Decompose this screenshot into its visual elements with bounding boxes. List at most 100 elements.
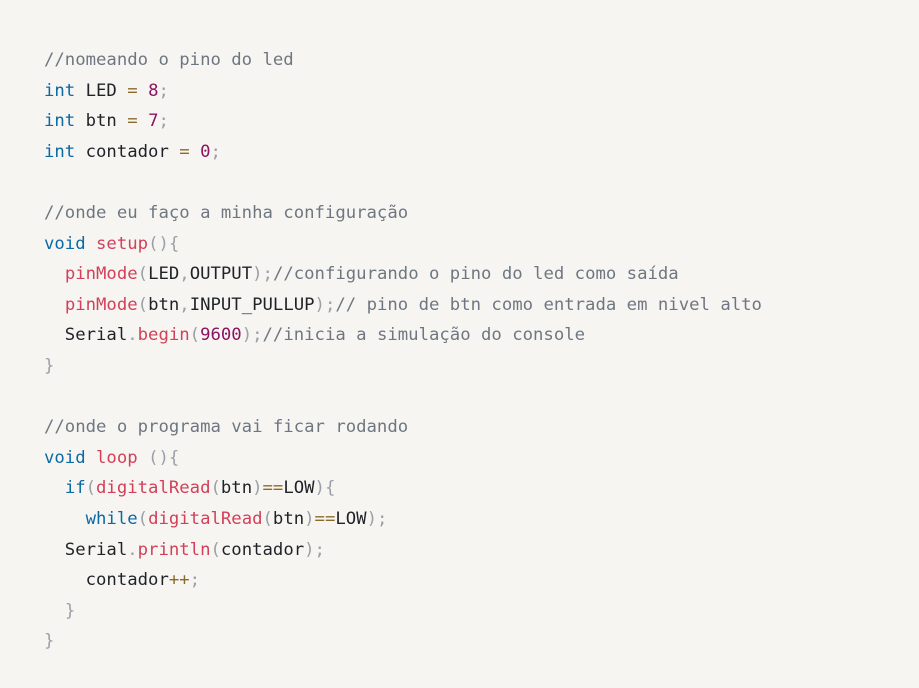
code-function-name: digitalRead (96, 478, 211, 499)
code-text: btn (220, 478, 253, 499)
code-punctuation: ( (137, 294, 149, 315)
code-line: int LED = 8; (44, 76, 762, 107)
code-line: while(digitalRead(btn)==LOW); (44, 504, 762, 535)
code-punctuation: ( (210, 539, 221, 560)
code-line: if(digitalRead(btn)==LOW){ (44, 473, 762, 504)
code-operator: = (127, 80, 138, 101)
code-punctuation: ; (210, 141, 221, 162)
code-punctuation: ); (314, 294, 336, 315)
code-function-name: begin (137, 325, 190, 346)
code-line: pinMode(LED,OUTPUT);//configurando o pin… (44, 259, 762, 290)
code-punctuation: , (179, 264, 190, 285)
code-line: ​ (44, 167, 762, 198)
code-text: LED (75, 80, 128, 101)
code-comment: //onde eu faço a minha configuração (44, 202, 409, 223)
code-punctuation: ( (137, 508, 149, 529)
code-punctuation: ) (252, 478, 263, 499)
code-punctuation: . (127, 325, 138, 346)
code-comment: //configurando o pino do led como saída (272, 264, 679, 285)
code-punctuation: ( (189, 325, 201, 346)
code-line: //nomeando o pino do led (44, 45, 762, 76)
code-number: 8 (148, 80, 159, 101)
code-keyword: while (85, 508, 138, 529)
code-line: //onde eu faço a minha configuração (44, 198, 762, 229)
code-comment: //onde o programa vai ficar rodando (44, 417, 409, 438)
code-number: 9600 (200, 325, 242, 346)
code-operator: == (262, 478, 284, 499)
code-comment: //nomeando o pino do led (44, 50, 294, 70)
code-text: INPUT_PULLUP (189, 294, 315, 315)
code-comment: //inicia a simulação do console (262, 325, 586, 346)
code-line: Serial.println(contador); (44, 535, 762, 566)
code-function-name: setup (96, 233, 149, 254)
code-punctuation: ); (304, 539, 325, 560)
code-punctuation: } (64, 600, 76, 621)
code-punctuation: ){ (314, 478, 336, 499)
code-text: btn (75, 111, 128, 132)
code-punctuation: ); (366, 508, 388, 529)
code-line: contador++; (44, 565, 762, 596)
code-number: 0 (200, 141, 211, 162)
code-punctuation: . (127, 539, 138, 560)
code-operator: = (179, 141, 190, 162)
code-line: } (44, 626, 762, 657)
code-comment: // pino de btn como entrada em nivel alt… (335, 294, 762, 315)
code-function-name: digitalRead (148, 508, 263, 529)
code-keyword: void (44, 233, 86, 254)
code-line: void setup(){ (44, 229, 762, 260)
code-text: Serial (44, 325, 128, 346)
code-line: pinMode(btn,INPUT_PULLUP);// pino de btn… (44, 290, 762, 321)
code-keyword: int (44, 141, 76, 162)
code-punctuation: (){ (148, 233, 180, 254)
code-line: int btn = 7; (44, 106, 762, 137)
code-block: //nomeando o pino do led int LED = 8; int … (44, 45, 762, 657)
code-text: LOW (283, 478, 315, 499)
code-punctuation: ; (189, 570, 201, 591)
code-text: contador (44, 570, 169, 591)
code-punctuation: } (44, 355, 55, 376)
code-keyword: int (44, 111, 76, 132)
code-number: 7 (148, 111, 159, 132)
code-operator: ++ (168, 570, 190, 591)
code-punctuation: ); (252, 264, 273, 285)
code-operator: = (127, 111, 138, 132)
code-text: LED (148, 264, 180, 285)
code-punctuation: ( (210, 478, 221, 499)
code-line: Serial.begin(9600);//inicia a simulação … (44, 320, 762, 351)
code-line: int contador = 0; (44, 137, 762, 168)
code-line: ​ (44, 382, 762, 413)
code-line: } (44, 351, 762, 382)
code-punctuation: ; (158, 111, 169, 132)
code-text: contador (75, 141, 180, 162)
code-text: btn (272, 508, 305, 529)
code-function-name: pinMode (64, 294, 138, 315)
code-function-name: pinMode (64, 264, 138, 285)
code-text: OUTPUT (189, 264, 253, 285)
code-function-name: println (137, 539, 211, 560)
code-punctuation: ( (85, 478, 97, 499)
code-punctuation: ); (241, 325, 263, 346)
code-punctuation: ( (137, 264, 149, 285)
code-keyword: void (44, 447, 86, 468)
code-text: btn (148, 294, 180, 315)
code-line: void loop (){ (44, 443, 762, 474)
code-line: //onde o programa vai ficar rodando (44, 412, 762, 443)
code-text: LOW (335, 508, 367, 529)
code-punctuation: ; (158, 80, 169, 101)
code-punctuation: ) (304, 508, 315, 529)
code-punctuation: ( (262, 508, 273, 529)
code-punctuation: } (44, 631, 55, 652)
code-punctuation: (){ (148, 447, 180, 468)
source-code: //nomeando o pino do led int LED = 8; int … (44, 45, 762, 657)
code-function-name: loop (96, 447, 138, 468)
code-keyword: int (44, 80, 76, 101)
